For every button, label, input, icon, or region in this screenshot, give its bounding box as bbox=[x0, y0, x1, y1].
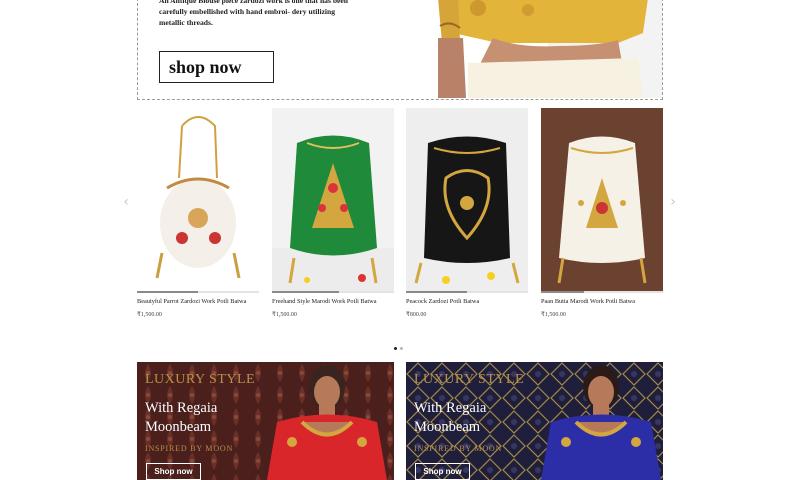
promo-banner[interactable]: LUXURY STYLE With Regaia Moonbeam INSPIR… bbox=[137, 362, 394, 480]
pagination-dot[interactable] bbox=[400, 347, 403, 350]
progress-bar bbox=[541, 291, 663, 293]
product-card[interactable]: Paan Butta Marodi Work Potli Batwa ₹1,50… bbox=[541, 108, 663, 323]
product-name[interactable]: Beautyful Parrot Zardozi Work Potli Batw… bbox=[137, 298, 267, 305]
progress-bar bbox=[272, 291, 394, 293]
hero-model-image bbox=[438, 0, 662, 98]
shop-now-button[interactable]: shop now bbox=[159, 51, 274, 83]
product-price: ₹1,500.00 bbox=[541, 312, 566, 318]
product-card[interactable]: Beautyful Parrot Zardozi Work Potli Batw… bbox=[137, 108, 259, 323]
promo-banner[interactable]: LUXURY STYLE With Regaia Moonbeam INSPIR… bbox=[406, 362, 663, 480]
shop-now-button[interactable]: Shop now bbox=[415, 463, 470, 480]
carousel-pagination bbox=[394, 337, 406, 350]
hero-banner: An Antique Blouse piece zardozi work is … bbox=[137, 0, 663, 100]
hero-description: An Antique Blouse piece zardozi work is … bbox=[159, 0, 349, 27]
chevron-right-icon[interactable]: › bbox=[667, 195, 679, 209]
progress-bar bbox=[137, 291, 259, 293]
product-price: ₹800.00 bbox=[406, 312, 427, 318]
product-price: ₹1,500.00 bbox=[272, 312, 297, 318]
promo-subtitle: INSPIRED BY MOON bbox=[414, 444, 503, 453]
product-image[interactable] bbox=[541, 108, 663, 291]
product-image[interactable] bbox=[272, 108, 394, 291]
pagination-dot[interactable] bbox=[394, 347, 397, 350]
promo-title: With Regaia Moonbeam bbox=[414, 400, 487, 435]
product-image[interactable] bbox=[137, 108, 259, 291]
promo-model-image bbox=[267, 365, 387, 480]
product-card[interactable]: Peacock Zardozi Potli Batwa ₹800.00 bbox=[406, 108, 528, 323]
shop-now-button[interactable]: Shop now bbox=[146, 463, 201, 480]
progress-bar bbox=[406, 291, 528, 293]
product-name[interactable]: Paan Butta Marodi Work Potli Batwa bbox=[541, 298, 671, 305]
promo-model-image bbox=[541, 365, 661, 480]
product-price: ₹1,500.00 bbox=[137, 312, 162, 318]
product-name[interactable]: Freehand Style Marodi Work Potli Batwa bbox=[272, 298, 402, 305]
chevron-left-icon[interactable]: ‹ bbox=[120, 195, 132, 209]
promo-subtitle: INSPIRED BY MOON bbox=[145, 444, 234, 453]
promo-tag: LUXURY STYLE bbox=[414, 372, 525, 387]
product-name[interactable]: Peacock Zardozi Potli Batwa bbox=[406, 298, 536, 305]
promo-title: With Regaia Moonbeam bbox=[145, 400, 218, 435]
product-card[interactable]: Freehand Style Marodi Work Potli Batwa ₹… bbox=[272, 108, 394, 323]
product-image[interactable] bbox=[406, 108, 528, 291]
promo-tag: LUXURY STYLE bbox=[145, 372, 256, 387]
